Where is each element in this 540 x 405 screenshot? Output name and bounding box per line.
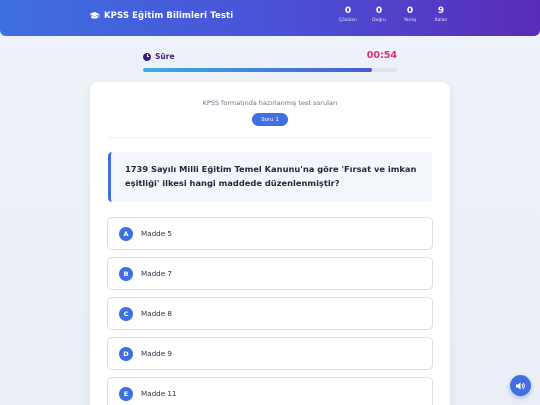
timer-label: Süre (155, 52, 175, 61)
stat-correct-value: 0 (375, 6, 383, 16)
question-card: KPSS formatında hazırlanmış test sorular… (90, 82, 450, 405)
speaker-icon (516, 382, 525, 389)
timer-progress-fill (143, 68, 372, 72)
option-e-letter: E (119, 386, 133, 401)
stat-wrong-label: Yanlış (403, 18, 417, 23)
clock-icon (143, 52, 151, 61)
option-c-letter: C (119, 306, 133, 321)
option-a-letter: A (119, 226, 133, 241)
stat-solved-label: Çözülen (339, 18, 357, 23)
option-d[interactable]: D Madde 9 (107, 337, 433, 370)
timer-progress-bar (143, 68, 397, 72)
option-c[interactable]: C Madde 8 (107, 297, 433, 330)
card-subtitle: KPSS formatında hazırlanmış test sorular… (202, 99, 338, 107)
stat-remaining-label: Kalan (434, 18, 448, 23)
stat-remaining: 9 Kalan (430, 6, 452, 25)
card-divider (108, 137, 432, 138)
option-e-text: Madde 11 (141, 389, 177, 398)
stat-correct: 0 Doğru (368, 6, 390, 25)
top-header: KPSS Eğitim Bilimleri Testi 0 Çözülen 0 … (0, 0, 540, 36)
option-d-text: Madde 9 (141, 349, 173, 358)
option-a-text: Madde 5 (141, 229, 173, 238)
app-brand: KPSS Eğitim Bilimleri Testi (89, 11, 233, 21)
option-b-letter: B (119, 266, 133, 281)
stat-correct-label: Doğru (372, 18, 386, 23)
option-b[interactable]: B Madde 7 (107, 257, 433, 290)
timer-label-group: Süre (143, 52, 175, 61)
timer-row: Süre 00:54 (143, 50, 397, 62)
option-e[interactable]: E Madde 11 (107, 377, 433, 405)
app-title: KPSS Eğitim Bilimleri Testi (104, 11, 234, 21)
timer-value: 00:54 (366, 50, 397, 61)
sound-toggle-button[interactable] (510, 375, 531, 396)
option-b-text: Madde 7 (141, 269, 173, 278)
option-d-letter: D (119, 346, 133, 361)
stat-wrong-value: 0 (406, 6, 414, 16)
stat-remaining-value: 9 (437, 6, 445, 16)
option-c-text: Madde 8 (141, 309, 173, 318)
option-a[interactable]: A Madde 5 (107, 217, 433, 250)
stat-wrong: 0 Yanlış (399, 6, 421, 25)
stat-solved: 0 Çözülen (337, 6, 359, 25)
stat-solved-value: 0 (344, 6, 352, 16)
graduation-cap-icon (89, 11, 100, 19)
question-text: 1739 Sayılı Milli Eğitim Temel Kanunu'na… (108, 152, 432, 202)
stats-panel: 0 Çözülen 0 Doğru 0 Yanlış 9 Kalan (337, 6, 452, 25)
question-number-badge: Soru 1 (252, 113, 288, 126)
answer-options: A Madde 5 B Madde 7 C Madde 8 D Madde 9 … (107, 217, 433, 405)
